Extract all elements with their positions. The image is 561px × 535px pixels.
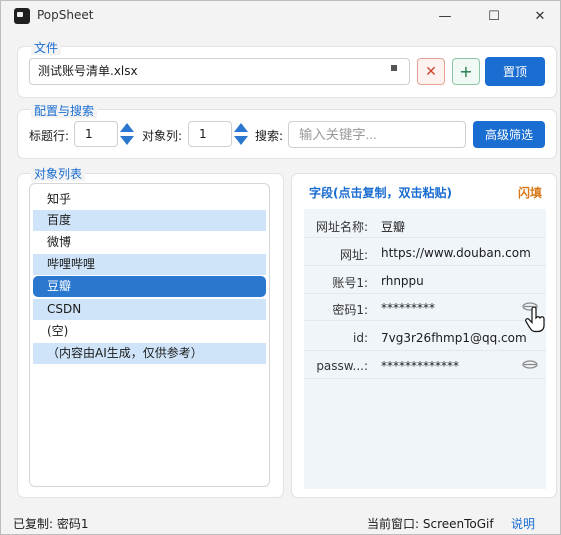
field-row[interactable]: 网址名称: 豆瓣 [304,210,546,238]
field-row[interactable]: 密码1: ********* [304,293,546,321]
minimize-button[interactable]: — [422,1,468,31]
copied-status: 已复制: 密码1 [13,517,89,531]
field-row[interactable]: 账号1: rhnppu [304,266,546,294]
field-row[interactable]: passw...: ************* [304,351,546,379]
field-key: 密码1: [332,303,368,317]
object-col-stepper[interactable] [234,121,248,147]
list-item-selected[interactable]: 豆瓣 [33,276,266,297]
file-group-label: 文件 [31,41,62,55]
list-item[interactable]: 知乎 [33,189,266,210]
add-file-button[interactable]: + [452,58,480,85]
object-col-input[interactable]: 1 [188,121,232,147]
close-button[interactable]: ✕ [517,1,561,31]
list-item[interactable]: （内容由AI生成，仅供参考） [33,343,266,364]
search-label: 搜索: [255,129,284,143]
file-dropdown-icon[interactable] [391,65,397,71]
pin-top-button[interactable]: 置顶 [485,57,545,86]
object-list[interactable]: 知乎 百度 微博 哔哩哔哩 豆瓣 CSDN (空) （内容由AI生成，仅供参考） [29,183,270,487]
header-row-stepper[interactable] [120,121,134,147]
field-value[interactable]: 豆瓣 [381,218,405,235]
field-row[interactable]: id: 7vg3r26fhmp1@qq.com [304,323,546,351]
clear-file-button[interactable]: ✕ [417,58,445,85]
object-col-label: 对象列: [142,129,183,143]
list-item[interactable]: 微博 [33,232,266,253]
flash-fill-button[interactable]: 闪填 [518,184,542,201]
current-window-status: 当前窗口: ScreenToGif [367,517,494,531]
window-title: PopSheet [37,8,94,22]
header-row-input[interactable]: 1 [74,121,118,147]
advanced-filter-button[interactable]: 高级筛选 [473,121,545,148]
list-item[interactable]: CSDN [33,299,266,320]
field-key: 网址: [339,248,368,262]
fields-title: 字段(点击复制，双击粘贴) [309,186,452,200]
stepper-down-icon[interactable] [120,136,134,145]
field-key: 账号1: [332,276,368,290]
stepper-up-icon[interactable] [234,123,248,132]
object-list-label: 对象列表 [31,167,86,181]
status-bar: 已复制: 密码1 当前窗口: ScreenToGif 说明 [1,511,560,534]
file-path-field[interactable]: 测试账号清单.xlsx [29,58,410,85]
stepper-up-icon[interactable] [120,123,134,132]
list-item[interactable]: 哔哩哔哩 [33,254,266,275]
field-value[interactable]: https://www.douban.com [381,246,531,260]
field-key: id: [353,331,368,345]
title-bar: PopSheet — ☐ ✕ [1,1,560,31]
help-link[interactable]: 说明 [511,515,535,532]
stepper-down-icon[interactable] [234,136,248,145]
field-key: 网址名称: [315,220,368,234]
config-group-label: 配置与搜索 [31,104,98,118]
field-row[interactable]: 网址: https://www.douban.com [304,238,546,266]
header-row-label: 标题行: [29,129,70,143]
field-value[interactable]: ************* [381,359,459,373]
list-item[interactable]: (空) [33,321,266,342]
app-icon [14,8,30,24]
field-value[interactable]: 7vg3r26fhmp1@qq.com [381,331,527,345]
field-value[interactable]: rhnppu [381,274,424,288]
search-input[interactable] [288,121,466,148]
show-password-icon[interactable] [522,360,538,369]
maximize-button[interactable]: ☐ [471,1,517,31]
list-item[interactable]: 百度 [33,210,266,231]
hand-cursor-icon [525,307,545,333]
app-window: PopSheet — ☐ ✕ 文件 测试账号清单.xlsx ✕ + 置顶 配置与… [0,0,561,535]
field-key: passw...: [316,359,368,373]
field-value[interactable]: ********* [381,301,435,315]
